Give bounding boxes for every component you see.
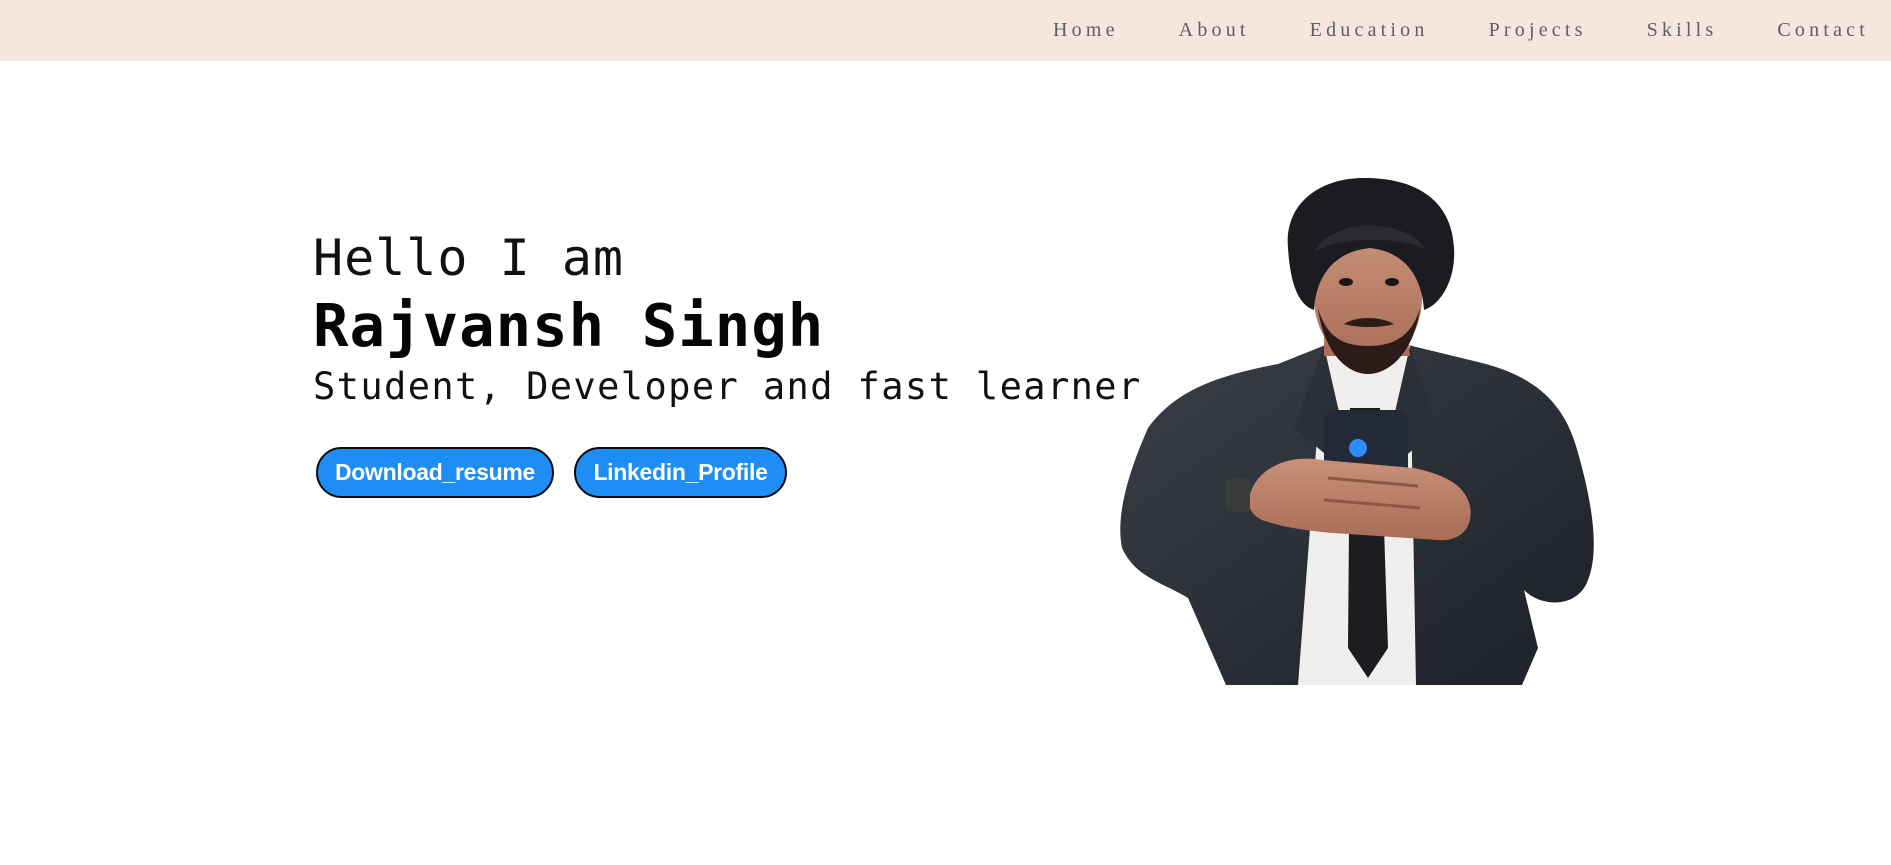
hero-greeting: Hello I am [313, 229, 625, 287]
hero-name: Rajvansh Singh [313, 291, 825, 360]
nav-menu: Home About Education Projects Skills Con… [1053, 0, 1869, 61]
nav-link-projects[interactable]: Projects [1489, 19, 1587, 42]
nav-link-home[interactable]: Home [1053, 19, 1119, 42]
nav-link-contact[interactable]: Contact [1777, 19, 1869, 42]
linkedin-profile-button[interactable]: Linkedin_Profile [574, 447, 787, 498]
nav-link-skills[interactable]: Skills [1647, 19, 1718, 42]
nav-link-education[interactable]: Education [1310, 19, 1429, 42]
profile-photo [1120, 178, 1594, 685]
nav-link-about[interactable]: About [1179, 19, 1250, 42]
download-resume-button[interactable]: Download_resume [316, 447, 554, 498]
hero-tagline: Student, Developer and fast learner [313, 365, 1142, 408]
top-navbar: Home About Education Projects Skills Con… [0, 0, 1891, 61]
hero-intro: Hello I am Rajvansh Singh Student, Devel… [313, 226, 1142, 498]
hero-button-row: Download_resume Linkedin_Profile [316, 447, 1133, 498]
